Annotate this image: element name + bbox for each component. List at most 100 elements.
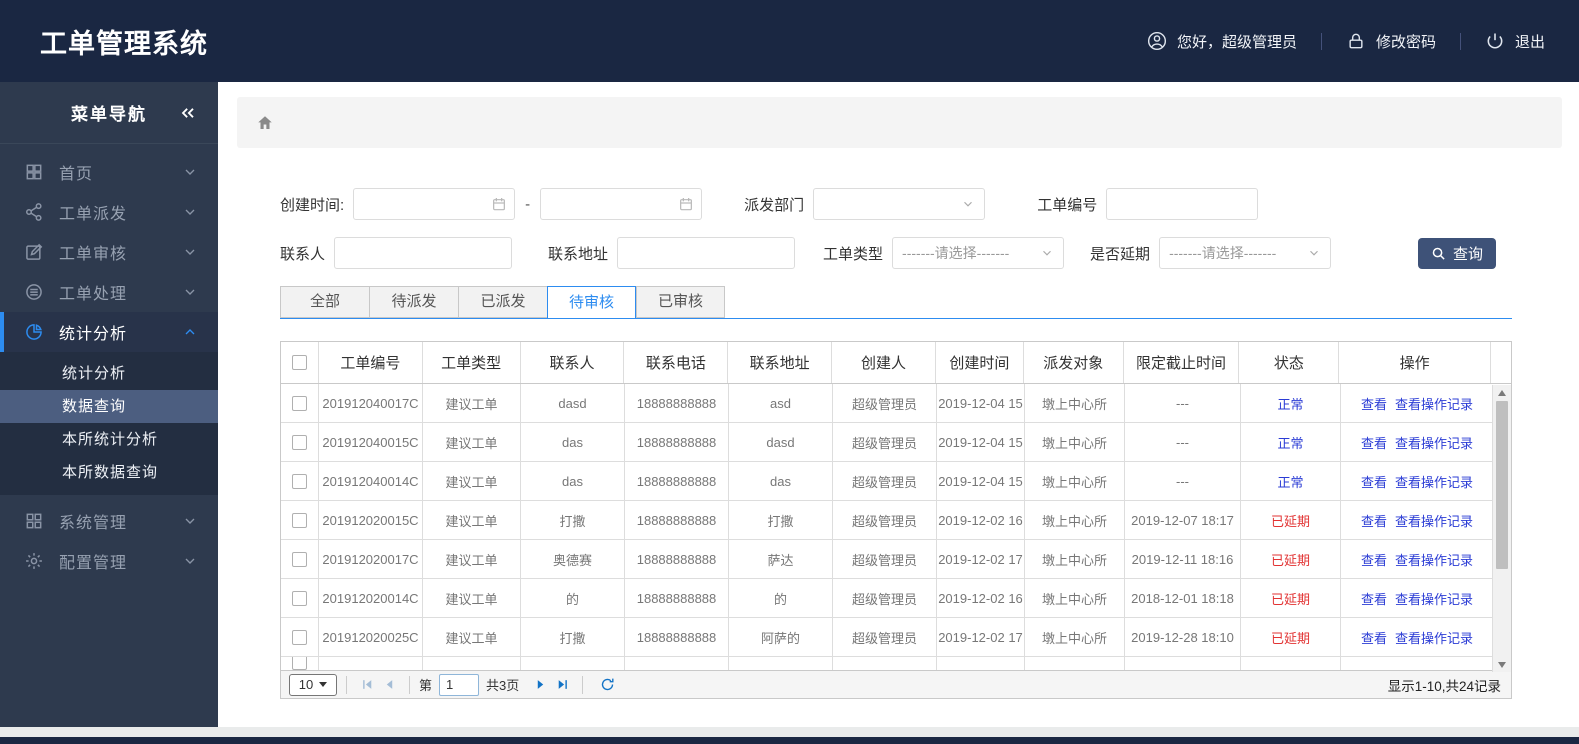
refresh-icon[interactable] — [596, 674, 618, 696]
sidebar-item-1[interactable]: 工单派发 — [0, 192, 218, 232]
order-type-select[interactable]: -------请选择------- — [892, 237, 1065, 269]
scroll-down-icon[interactable] — [1493, 657, 1511, 672]
table-row: 201912020015C 建议工单 打撒 18888888888 打撒 超级管理员 201… — [281, 501, 1511, 540]
view-log-link[interactable]: 查看操作记录 — [1395, 394, 1473, 413]
prev-page-icon[interactable] — [378, 674, 400, 696]
row-checkbox[interactable] — [292, 629, 307, 645]
sidebar-subitem-4-3[interactable]: 本所数据查询 — [0, 456, 218, 489]
column-header: 联系地址 — [728, 342, 833, 383]
tab-4[interactable]: 已审核 — [636, 286, 725, 318]
home-icon[interactable] — [256, 114, 274, 132]
sidebar-subitem-4-2[interactable]: 本所统计分析 — [0, 423, 218, 456]
row-checkbox[interactable] — [292, 473, 307, 489]
view-log-link[interactable]: 查看操作记录 — [1395, 589, 1473, 608]
view-log-link[interactable]: 查看操作记录 — [1395, 433, 1473, 452]
cell-address: 打撒 — [729, 501, 833, 539]
cell-created: 2019-12-02 16 — [937, 501, 1025, 539]
cell-status: 正常 — [1241, 462, 1341, 500]
row-select-cell — [281, 618, 319, 656]
cell-status: 已延期 — [1241, 501, 1341, 539]
cell-target: 墩上中心所 — [1025, 540, 1125, 578]
cell-type: 建议工单 — [423, 462, 521, 500]
query-button[interactable]: 查询 — [1418, 237, 1496, 269]
page-number-input[interactable] — [439, 673, 480, 696]
filter-row-2: 联系人 联系地址 工单类型 -------请选择------- 是否延期 ---… — [280, 237, 1512, 269]
row-checkbox[interactable] — [292, 512, 307, 528]
sidebar-item-label: 配置管理 — [59, 555, 128, 572]
tab-0[interactable]: 全部 — [280, 286, 369, 318]
change-password-button[interactable]: 修改密码 — [1346, 31, 1436, 52]
cell-address: 的 — [729, 579, 833, 617]
cell-created: 2019-12-04 15 — [937, 384, 1025, 422]
view-log-link[interactable]: 查看操作记录 — [1395, 550, 1473, 569]
cell-phone: 18888888888 — [625, 618, 729, 656]
sidebar-item-0[interactable]: 首页 — [0, 152, 218, 192]
order-no-input[interactable] — [1106, 188, 1259, 220]
tab-2[interactable]: 已派发 — [458, 286, 547, 318]
view-link[interactable]: 查看 — [1361, 511, 1387, 530]
sidebar-item-2[interactable]: 工单审核 — [0, 232, 218, 272]
view-link[interactable]: 查看 — [1361, 472, 1387, 491]
column-header: 联系人 — [521, 342, 625, 383]
row-checkbox[interactable] — [292, 590, 307, 606]
overdue-select[interactable]: -------请选择------- — [1159, 237, 1332, 269]
view-log-link[interactable]: 查看操作记录 — [1395, 472, 1473, 491]
cell-phone: 18888888888 — [625, 540, 729, 578]
sidebar: 菜单导航 首页 工单派发 工单审核 工单处理 统计分析 统计分析 数据查询 本所统计分析 本所数… — [0, 82, 218, 727]
dispatch-dept-select[interactable] — [813, 188, 986, 220]
view-link[interactable]: 查看 — [1361, 394, 1387, 413]
view-log-link[interactable]: 查看操作记录 — [1395, 628, 1473, 647]
sidebar-item-5[interactable]: 系统管理 — [0, 501, 218, 541]
column-header: 联系电话 — [624, 342, 729, 383]
sidebar-title: 菜单导航 — [71, 105, 147, 124]
address-input[interactable] — [617, 237, 796, 269]
row-checkbox[interactable] — [292, 395, 307, 411]
sidebar-item-4[interactable]: 统计分析 — [0, 312, 218, 352]
logout-label: 退出 — [1514, 33, 1545, 51]
sidebar-item-3[interactable]: 工单处理 — [0, 272, 218, 312]
vertical-scrollbar[interactable] — [1492, 385, 1511, 672]
view-log-link[interactable]: 查看操作记录 — [1395, 511, 1473, 530]
first-page-icon[interactable] — [356, 674, 378, 696]
cell-actions: 查看 查看操作记录 — [1341, 423, 1493, 461]
logout-button[interactable]: 退出 — [1485, 31, 1545, 52]
contact-input[interactable] — [334, 237, 513, 269]
view-link[interactable]: 查看 — [1361, 589, 1387, 608]
sidebar-item-6[interactable]: 配置管理 — [0, 541, 218, 581]
table-body: 201912040017C 建议工单 dasd 18888888888 asd 超级管理员… — [281, 384, 1511, 670]
page-size-value: 10 — [298, 677, 314, 692]
row-checkbox[interactable] — [292, 657, 307, 670]
tab-1[interactable]: 待派发 — [369, 286, 458, 318]
view-link[interactable]: 查看 — [1361, 628, 1387, 647]
sidebar-subitem-4-1[interactable]: 数据查询 — [0, 390, 218, 423]
next-page-icon[interactable] — [529, 674, 551, 696]
cell-order_no: 201912020025C — [319, 618, 423, 656]
user-greeting[interactable]: 您好，超级管理员 — [1147, 31, 1297, 52]
status-badge: 已延期 — [1270, 630, 1310, 646]
address-label: 联系地址 — [548, 245, 609, 263]
scroll-up-icon[interactable] — [1493, 385, 1511, 400]
record-summary: 显示1-10,共24记录 — [1387, 678, 1501, 694]
cell-actions: 查看 查看操作记录 — [1341, 579, 1493, 617]
view-link[interactable]: 查看 — [1361, 433, 1387, 452]
scrollbar-thumb[interactable] — [1496, 401, 1508, 569]
select-all-checkbox[interactable] — [291, 355, 307, 370]
view-link[interactable]: 查看 — [1361, 550, 1387, 569]
share-icon — [24, 202, 44, 222]
row-checkbox[interactable] — [292, 551, 307, 567]
page-size-select[interactable]: 10 — [289, 673, 337, 696]
last-page-icon[interactable] — [551, 674, 573, 696]
cell-status: 已延期 — [1241, 540, 1341, 578]
row-checkbox[interactable] — [292, 434, 307, 450]
double-chevron-left-icon[interactable] — [178, 103, 198, 123]
cell-target: 墩上中心所 — [1025, 423, 1125, 461]
cell-type: 建议工单 — [423, 618, 521, 656]
cell-deadline: --- — [1125, 384, 1241, 422]
cell-contact: das — [521, 423, 625, 461]
cell-target: 墩上中心所 — [1025, 579, 1125, 617]
cell-created: 2019-12-04 15 — [937, 462, 1025, 500]
sidebar-subitem-4-0[interactable]: 统计分析 — [0, 357, 218, 390]
cell-type: 建议工单 — [423, 501, 521, 539]
cell-contact: 奥德赛 — [521, 540, 625, 578]
tab-3[interactable]: 待审核 — [547, 286, 636, 319]
